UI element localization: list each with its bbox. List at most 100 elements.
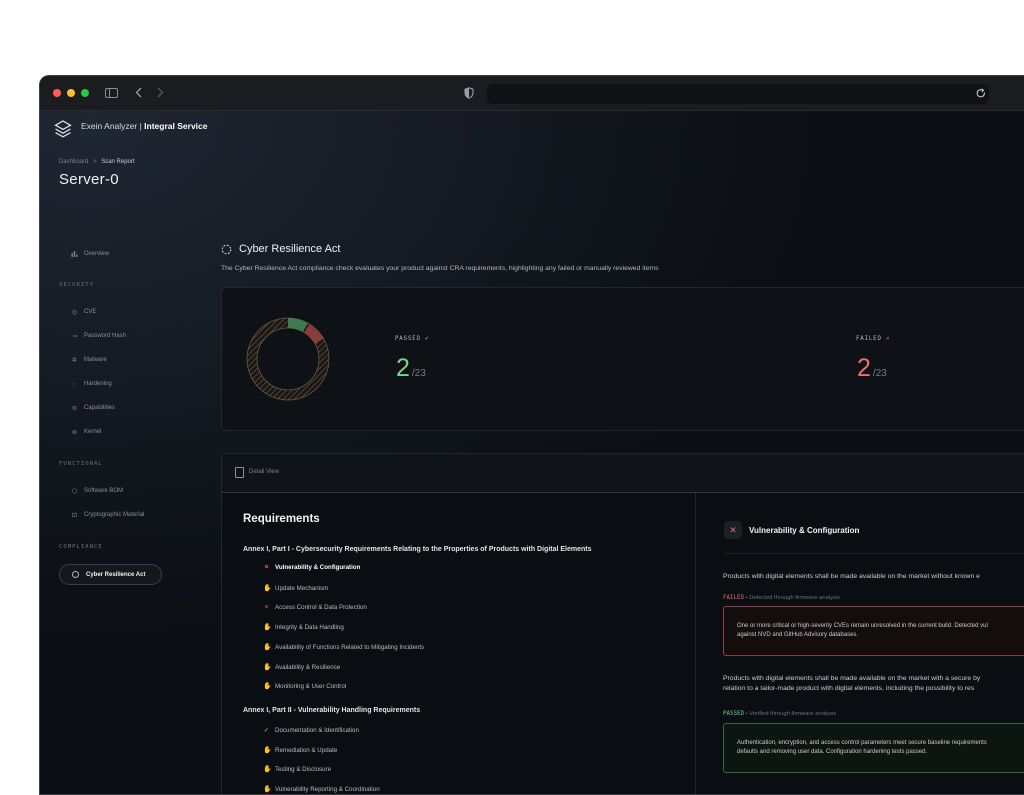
requirement-item[interactable]: ✋ Testing & Disclosure: [263, 765, 332, 774]
check-description-line: Products with digital elements shall be …: [723, 675, 981, 682]
shield-check-icon: ◎: [71, 309, 78, 316]
requirement-label: Documentation & Identification: [275, 726, 359, 734]
requirement-item[interactable]: ✓ Documentation & Identification: [263, 726, 359, 735]
lock-icon: ⊡: [71, 512, 78, 519]
section-title: Cyber Resilience Act: [221, 243, 341, 255]
requirement-item[interactable]: ✋ Monitoring & User Control: [263, 682, 347, 691]
sidebar-item-label: Password Hash: [84, 333, 127, 339]
sidebar-heading-functional: FUNCTIONAL: [59, 461, 103, 467]
requirement-item[interactable]: ✋ Availability & Resilience: [263, 663, 341, 672]
shield-privacy-icon[interactable]: [464, 87, 474, 101]
requirement-item[interactable]: ✋ Remediation & Update: [263, 746, 338, 755]
maximize-window-button[interactable]: [81, 89, 89, 97]
sidebar-item-label: Overview: [84, 251, 110, 257]
x-icon: ✕: [886, 336, 891, 342]
sidebar-item-cyber-resilience-act[interactable]: Cyber Resilience Act: [59, 564, 162, 585]
requirement-label: Availability & Resilience: [275, 663, 341, 671]
check-description: Products with digital elements shall be …: [723, 674, 980, 694]
requirement-item[interactable]: ✋ Availability of Functions Related to Mi…: [263, 643, 425, 652]
exein-logo-icon: [54, 120, 72, 138]
sidebar-item-kernel[interactable]: ⊛ Kernel: [71, 426, 102, 438]
forward-arrow-icon[interactable]: [157, 87, 164, 100]
package-icon: ⬡: [71, 488, 78, 495]
requirement-label: Vulnerability & Configuration: [275, 564, 361, 571]
passed-count-value: 2: [396, 354, 410, 382]
close-window-button[interactable]: [53, 89, 61, 97]
address-bar[interactable]: [487, 84, 989, 104]
compliance-donut-chart: [246, 317, 330, 401]
page-title: Server-0: [59, 171, 119, 188]
sidebar-item-cryptographic-material[interactable]: ⊡ Cryptographic Material: [71, 509, 145, 521]
check-status: FAILED • Detected through firmware analy…: [723, 595, 840, 601]
status-note: • Detected through firmware analysis: [743, 595, 841, 601]
requirement-item[interactable]: × Vulnerability & Configuration: [263, 564, 360, 571]
requirement-label: Testing & Disclosure: [275, 765, 332, 773]
requirement-label: Monitoring & User Control: [275, 682, 347, 690]
manual-review-hand-icon: ✋: [263, 664, 272, 671]
layers-icon: ≋: [71, 405, 78, 412]
failed-status-icon: ✕: [724, 521, 742, 539]
sidebar-item-label: Malware: [84, 357, 107, 363]
sidebar-item-label: Kernel: [84, 429, 102, 435]
brand-title: Exein Analyzer | Integral Service: [81, 120, 207, 132]
sidebar-item-malware[interactable]: ✲ Malware: [71, 354, 107, 366]
finding-line: Authentication, encryption, and access c…: [737, 740, 987, 746]
section-title-text: Cyber Resilience Act: [239, 243, 341, 255]
requirement-item[interactable]: ✋ Update Mechanism: [263, 584, 328, 593]
sidebar-heading-compliance: COMPLIANCE: [59, 544, 103, 550]
requirement-label: Availability of Functions Related to Mit…: [275, 643, 425, 651]
finding-line: defaults and removing user data. Configu…: [737, 749, 928, 755]
sidebar-item-capabilities[interactable]: ≋ Capabilities: [71, 402, 115, 414]
requirement-item[interactable]: × Access Control & Data Protection: [263, 604, 366, 611]
failed-finding-box: One or more critical or high-severity CV…: [723, 606, 1024, 656]
detail-title: Vulnerability & Configuration: [749, 526, 860, 535]
sidebar-item-software-bom[interactable]: ⬡ Software BOM: [71, 485, 123, 497]
sidebar-item-password-hash[interactable]: ⊸ Password Hash: [71, 330, 126, 342]
annex-heading: Annex I, Part II - Vulnerability Handlin…: [243, 707, 421, 714]
failed-label: FAILED ✕: [856, 336, 890, 342]
app-root: Exein Analyzer | Integral Service Dashbo…: [40, 111, 1024, 794]
sidebar-item-label: Cryptographic Material: [84, 512, 145, 518]
manual-review-hand-icon: ✋: [263, 585, 272, 592]
breadcrumb-dashboard-link[interactable]: Dashboard: [59, 159, 88, 165]
reload-icon[interactable]: [976, 88, 986, 101]
bar-chart-icon: [71, 250, 78, 259]
requirement-item[interactable]: ✋ Vulnerability Reporting & Coordination: [263, 785, 380, 794]
annex-heading: Annex I, Part I - Cybersecurity Requirem…: [243, 546, 592, 553]
back-arrow-icon[interactable]: [135, 87, 142, 100]
passed-label: PASSED ✓: [395, 336, 429, 342]
sidebar-item-label: Hardening: [84, 381, 112, 387]
requirement-label: Remediation & Update: [275, 746, 338, 754]
manual-review-hand-icon: ✋: [263, 766, 272, 773]
requirement-detail-panel: ✕ Vulnerability & Configuration Products…: [696, 493, 1024, 794]
shield-icon: ◌: [72, 380, 77, 388]
sidebar-item-label: Software BOM: [84, 488, 124, 494]
document-icon: [235, 467, 244, 478]
passed-check-icon: ✓: [263, 727, 270, 734]
passed-count: 2/23: [396, 356, 426, 386]
sidebar-item-label: CVE: [84, 309, 97, 315]
chip-icon: ⊛: [71, 429, 78, 436]
passed-count-total: /23: [411, 368, 426, 379]
failed-count-total: /23: [872, 368, 887, 379]
manual-review-hand-icon: ✋: [263, 624, 272, 631]
breadcrumb-separator: >: [93, 159, 97, 165]
sidebar-toggle-icon[interactable]: [105, 88, 118, 100]
browser-titlebar: [40, 76, 1024, 111]
requirement-item[interactable]: ✋ Integrity & Data Handling: [263, 623, 344, 632]
passed-finding-box: Authentication, encryption, and access c…: [723, 723, 1024, 773]
sidebar-item-label: Capabilities: [84, 405, 116, 411]
manual-review-hand-icon: ✋: [263, 786, 272, 793]
bug-icon: ✲: [71, 357, 78, 364]
manual-review-hand-icon: ✋: [263, 644, 272, 651]
failed-label-text: FAILED: [856, 336, 882, 342]
failed-x-icon: ×: [264, 564, 269, 571]
section-description: The Cyber Resilience Act compliance chec…: [221, 265, 659, 272]
requirement-label: Integrity & Data Handling: [275, 623, 344, 631]
sidebar-item-cve[interactable]: ◎ CVE: [71, 306, 97, 318]
minimize-window-button[interactable]: [67, 89, 75, 97]
sidebar-item-hardening[interactable]: ◌ Hardening: [71, 378, 112, 390]
failed-count-value: 2: [857, 354, 871, 382]
sidebar-item-overview[interactable]: Overview: [71, 248, 109, 260]
sidebar-heading-security: SECURITY: [59, 282, 94, 288]
